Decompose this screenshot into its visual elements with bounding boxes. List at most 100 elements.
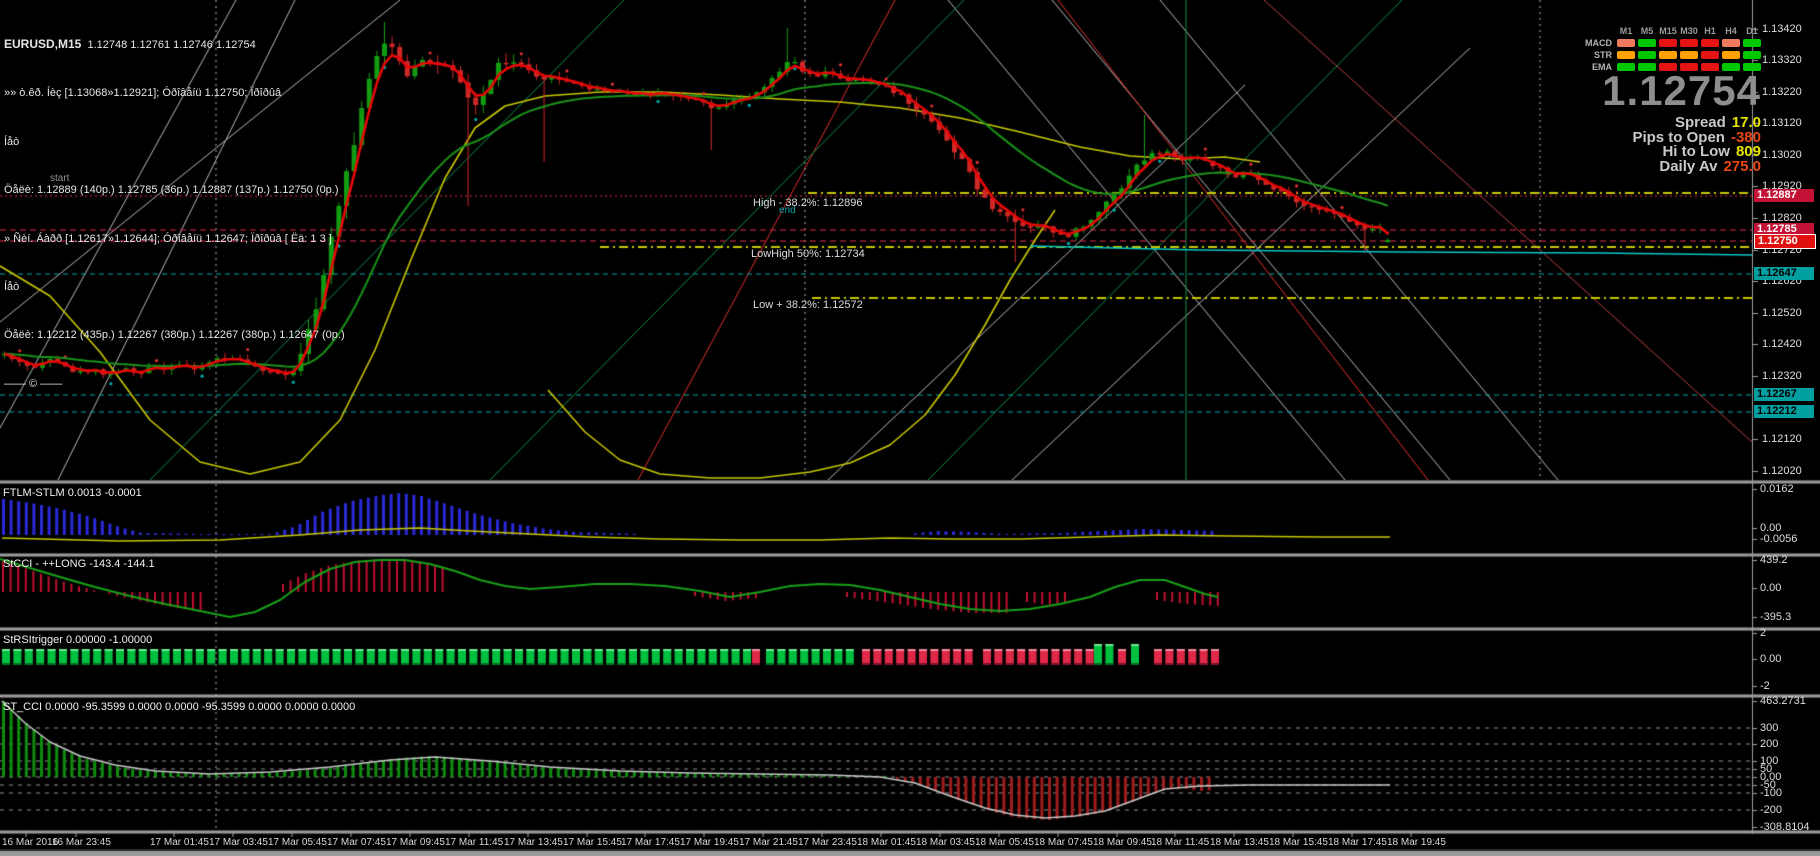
indicator-axis-label: 200 xyxy=(1760,738,1778,750)
current-price-display: 1.12754 xyxy=(1570,74,1761,108)
signal-row-label-str: STR xyxy=(1570,50,1614,60)
indicator-axis-label: 0.00 xyxy=(1760,653,1781,665)
signal-cell-str-h4 xyxy=(1722,51,1740,59)
stat-row-spread: Spread17.0 xyxy=(1570,114,1761,129)
indicator-axis-label: 2 xyxy=(1760,627,1766,639)
time-axis-label: 17 Mar 11:45 xyxy=(445,837,503,848)
price-axis-label: 1.13020 xyxy=(1762,149,1802,161)
indicator-axis-label: -2 xyxy=(1760,680,1770,692)
price-tag: 1.12750 xyxy=(1754,234,1816,249)
symbol-ohlc-line: EURUSD,M15 1.12748 1.12761 1.12746 1.127… xyxy=(4,38,345,51)
indicator-axis-label: 0.00 xyxy=(1760,582,1781,594)
indicator-axis-label: -395.3 xyxy=(1760,611,1791,623)
time-axis-label: 17 Mar 03:45 xyxy=(209,837,268,848)
signal-cell-macd-d1 xyxy=(1743,39,1761,47)
time-axis-label: 18 Mar 19:45 xyxy=(1387,837,1446,848)
mt4-chart-window: EURUSD,M15 1.12748 1.12761 1.12746 1.127… xyxy=(0,0,1820,856)
tf-header-m5: M5 xyxy=(1638,26,1656,36)
fib-mid-label: LowHigh 50%: 1.12734 xyxy=(751,248,865,260)
signal-cell-str-m15 xyxy=(1659,51,1677,59)
time-axis-label: 18 Mar 03:45 xyxy=(916,837,975,848)
info-line: Íåò xyxy=(4,136,345,148)
tf-header-m30: M30 xyxy=(1680,26,1698,36)
price-axis-label: 1.12420 xyxy=(1762,338,1802,350)
start-marker: start xyxy=(50,173,69,184)
daily-av-label: Daily Av xyxy=(1659,158,1717,175)
time-axis-label: 17 Mar 09:45 xyxy=(386,837,445,848)
signal-cell-str-h1 xyxy=(1701,51,1719,59)
tf-header-m15: M15 xyxy=(1659,26,1677,36)
time-axis-label: 18 Mar 15:45 xyxy=(1269,837,1328,848)
info-line: Öåëè: 1.12889 (140p.) 1.12785 (36p.) 1.1… xyxy=(4,184,345,196)
time-axis-label: 18 Mar 01:45 xyxy=(857,837,916,848)
indicator-axis-label: 0.0162 xyxy=(1760,483,1794,495)
info-line: Öåëè: 1.12212 (435p.) 1.12267 (380p.) 1.… xyxy=(4,329,345,341)
fib-high-label: High - 38.2%: 1.12896 xyxy=(753,197,862,209)
time-axis-label: 18 Mar 17:45 xyxy=(1328,837,1387,848)
ftlm-panel-label: FTLM-STLM 0.0013 -0.0001 xyxy=(3,487,142,499)
time-axis-label: 17 Mar 15:45 xyxy=(563,837,622,848)
info-line: —— © —— xyxy=(4,378,345,390)
fib-low-label: Low + 38.2%: 1.12572 xyxy=(753,299,863,311)
timeframe-signal-grid: M1M5M15M30H1H4D1MACDSTREMA xyxy=(1570,26,1761,72)
price-tag: 1.12887 xyxy=(1754,189,1814,202)
time-axis-label: 18 Mar 11:45 xyxy=(1151,837,1209,848)
price-axis-label: 1.12520 xyxy=(1762,307,1802,319)
time-axis-label: 17 Mar 17:45 xyxy=(621,837,680,848)
chart-info-block: EURUSD,M15 1.12748 1.12761 1.12746 1.127… xyxy=(4,2,345,426)
indicator-axis-label: -200 xyxy=(1760,804,1782,816)
market-dashboard: M1M5M15M30H1H4D1MACDSTREMA 1.12754 Sprea… xyxy=(1570,26,1761,172)
symbol-label: EURUSD,M15 xyxy=(4,37,81,51)
signal-cell-macd-h1 xyxy=(1701,39,1719,47)
time-axis-label: 18 Mar 05:45 xyxy=(975,837,1034,848)
price-axis-label: 1.12120 xyxy=(1762,433,1802,445)
signal-cell-str-m5 xyxy=(1638,51,1656,59)
time-axis-label: 16 Mar 2016 xyxy=(2,837,58,848)
price-tag: 1.12647 xyxy=(1754,267,1814,280)
info-line: » Ñèí. Áàðð [1.12617»1.12644]; Óðîâåíü 1… xyxy=(4,233,345,245)
info-line: Íåò xyxy=(4,281,345,293)
price-axis-label: 1.13220 xyxy=(1762,86,1802,98)
time-axis-label: 17 Mar 13:45 xyxy=(504,837,563,848)
indicator-axis-label: 300 xyxy=(1760,722,1778,734)
indicator-axis-label: 439.2 xyxy=(1760,554,1788,566)
price-axis-label: 1.12320 xyxy=(1762,370,1802,382)
time-axis-label: 17 Mar 07:45 xyxy=(327,837,386,848)
stcci2-panel-label: ST_CCI 0.0000 -95.3599 0.0000 0.0000 -95… xyxy=(3,701,355,713)
tf-header-d1: D1 xyxy=(1743,26,1761,36)
signal-cell-str-d1 xyxy=(1743,51,1761,59)
price-axis-label: 1.13320 xyxy=(1762,54,1802,66)
price-axis-label: 1.12020 xyxy=(1762,465,1802,477)
ohlc-values: 1.12748 1.12761 1.12746 1.12754 xyxy=(87,39,255,51)
signal-cell-str-m30 xyxy=(1680,51,1698,59)
time-axis-label: 17 Mar 23:45 xyxy=(798,837,857,848)
time-axis-label: 18 Mar 07:45 xyxy=(1034,837,1093,848)
stcci-panel-label: StCCI - ++LONG -143.4 -144.1 xyxy=(3,558,155,570)
signal-cell-macd-h4 xyxy=(1722,39,1740,47)
price-tag: 1.12267 xyxy=(1754,388,1814,401)
time-axis-label: 17 Mar 01:45 xyxy=(150,837,209,848)
signal-cell-str-m1 xyxy=(1617,51,1635,59)
stat-row-pips-to-open: Pips to Open-380 xyxy=(1570,129,1761,144)
indicator-axis-label: -308.8104 xyxy=(1760,821,1810,833)
signal-row-label-macd: MACD xyxy=(1570,38,1614,48)
signal-cell-macd-m15 xyxy=(1659,39,1677,47)
indicator-axis-label: 463.2731 xyxy=(1760,695,1806,707)
indicator-axis-label: -100 xyxy=(1760,787,1782,799)
signal-cell-macd-m30 xyxy=(1680,39,1698,47)
signal-cell-macd-m1 xyxy=(1617,39,1635,47)
price-axis-label: 1.13120 xyxy=(1762,117,1802,129)
indicator-axis-label: -0.0056 xyxy=(1760,533,1797,545)
price-tag: 1.12212 xyxy=(1754,405,1814,418)
time-axis-label: 16 Mar 23:45 xyxy=(52,837,111,848)
info-line: »» ò.êð. Íèç [1.13068»1.12921]; Óðîâåíü … xyxy=(4,87,345,99)
signal-cell-macd-m5 xyxy=(1638,39,1656,47)
tf-header-h4: H4 xyxy=(1722,26,1740,36)
price-axis-label: 1.13420 xyxy=(1762,23,1802,35)
time-axis-label: 18 Mar 13:45 xyxy=(1210,837,1269,848)
daily-av-value: 275.0 xyxy=(1723,158,1761,175)
tf-header-m1: M1 xyxy=(1617,26,1635,36)
tf-header-h1: H1 xyxy=(1701,26,1719,36)
stat-row-daily-av: Daily Av 275.0 xyxy=(1570,158,1761,173)
time-axis-label: 17 Mar 05:45 xyxy=(268,837,327,848)
